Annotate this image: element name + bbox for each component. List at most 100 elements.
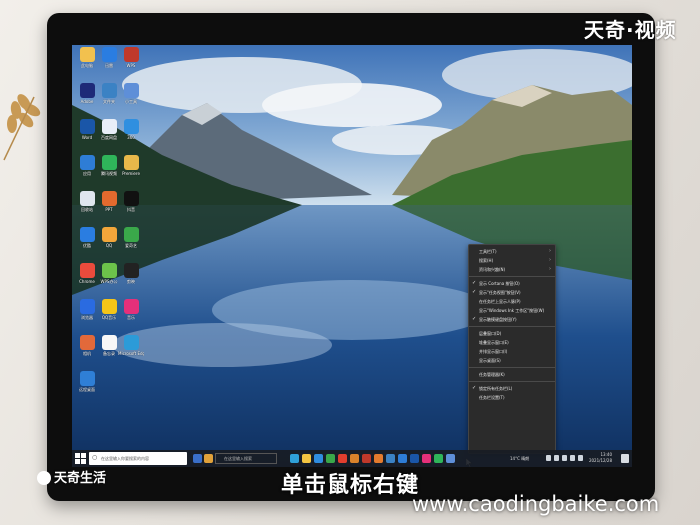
ppt-taskbar-icon[interactable] (374, 454, 383, 463)
desktop-icon[interactable]: 剪映 (118, 263, 144, 299)
app-icon (79, 371, 95, 386)
app-icon (101, 227, 117, 242)
desktop-icon[interactable]: 抖音 (118, 191, 144, 227)
desktop-icon[interactable]: 360 (118, 119, 144, 155)
context-menu-item[interactable]: 显示桌面(S) (469, 356, 555, 365)
menu-separator (469, 326, 555, 327)
desktop-icon[interactable]: Microsoft Edge (118, 335, 144, 371)
context-menu-item-label: 显示触摸键盘按钮(Y) (479, 317, 517, 322)
app-icon (79, 83, 95, 98)
menu-separator (469, 367, 555, 368)
taskbar-secondary-search-text: 在这里输入搜索 (224, 456, 252, 461)
weather-widget[interactable]: 14°C 晴朗 (510, 456, 529, 462)
desktop-icon[interactable]: WPS (118, 47, 144, 83)
app-taskbar-icon[interactable] (326, 454, 335, 463)
pinned-app-icon[interactable] (434, 454, 443, 463)
context-menu-item-label: 并排显示窗口(I) (479, 349, 508, 354)
context-menu-item[interactable]: 显示"Windows Ink 工作区"按钮(W) (469, 306, 555, 315)
explorer-taskbar-icon[interactable] (302, 454, 311, 463)
checkmark-icon: ✓ (472, 289, 477, 295)
chevron-right-icon: › (549, 266, 551, 272)
app-icon (101, 155, 117, 170)
context-menu-item[interactable]: 堆叠显示窗口(E) (469, 338, 555, 347)
word-taskbar-icon[interactable] (410, 454, 419, 463)
pinned-app-icon[interactable] (350, 454, 359, 463)
context-menu-item[interactable]: 在任务栏上显示人脉(P) (469, 297, 555, 306)
desktop-icon[interactable]: 远程桌面 (74, 371, 100, 407)
pinned-app-icon[interactable] (422, 454, 431, 463)
pinned-app-icon[interactable] (446, 454, 455, 463)
context-menu-item-label: 任务管理器(K) (479, 372, 505, 377)
desktop-icon[interactable]: 小工具 (118, 83, 144, 119)
chrome-taskbar-icon[interactable] (338, 454, 347, 463)
app-icon (123, 299, 139, 314)
context-menu-item[interactable]: ✓ 显示"任务视图"按钮(V) (469, 288, 555, 297)
battery-icon[interactable] (562, 455, 567, 461)
desktop-icon-label: 剪映 (127, 279, 135, 284)
context-menu-item-label: 层叠窗口(D) (479, 331, 502, 336)
context-menu-item[interactable]: 资讯和兴趣(N) › (469, 265, 555, 274)
app-icon (101, 119, 117, 134)
wheat-decoration (3, 94, 41, 161)
app-icon (101, 191, 117, 206)
wps-taskbar-icon[interactable] (362, 454, 371, 463)
clock[interactable]: 13:40 2021/12/28 (589, 452, 612, 464)
desktop-icon-label: 远程桌面 (79, 387, 95, 392)
context-menu-item-label: 在任务栏上显示人脉(P) (479, 299, 521, 304)
taskbar-search-box[interactable]: ○ 在这里输入你要搜索的内容 (89, 452, 187, 465)
context-menu-item-label: 工具栏(T) (479, 249, 497, 254)
desktop-icon[interactable]: 音乐 (118, 299, 144, 335)
desktop-icon-label: WPS (126, 63, 136, 68)
windows-start-icon[interactable] (75, 453, 86, 464)
checkmark-icon: ✓ (472, 316, 477, 322)
app-icon (123, 227, 139, 242)
app-icon (123, 191, 139, 206)
app-icon (101, 47, 117, 62)
context-menu-item[interactable]: ✓ 显示触摸键盘按钮(Y) (469, 315, 555, 324)
taskbar-secondary-search[interactable]: 在这里输入搜索 (215, 453, 277, 464)
pinned-app-icon[interactable] (204, 454, 213, 463)
pinned-app-icon[interactable] (398, 454, 407, 463)
context-menu-item-label: 锁定所有任务栏(L) (479, 386, 513, 391)
context-menu-item[interactable]: 并排显示窗口(I) (469, 347, 555, 356)
context-menu-item-label: 显示"任务视图"按钮(V) (479, 290, 521, 295)
store-taskbar-icon[interactable] (314, 454, 323, 463)
app-icon (79, 191, 95, 206)
context-menu-item-label: 显示 Cortana 按钮(O) (479, 281, 520, 286)
pinned-app-icon[interactable] (386, 454, 395, 463)
app-icon (123, 155, 139, 170)
desktop-icon-label: 小工具 (125, 99, 137, 104)
context-menu-item-label: 搜索(H) (479, 258, 494, 263)
context-menu-item[interactable]: 层叠窗口(D) (469, 329, 555, 338)
task-view-icon[interactable] (193, 454, 202, 463)
context-menu-item[interactable]: 任务栏设置(T) (469, 393, 555, 402)
menu-separator (469, 276, 555, 277)
desktop-icon[interactable]: 爱奇艺 (118, 227, 144, 263)
notification-center-icon[interactable] (621, 454, 629, 463)
app-icon (123, 335, 139, 350)
input-method-icon[interactable] (570, 455, 575, 461)
app-icon (79, 299, 95, 314)
context-menu-item[interactable]: 工具栏(T) › (469, 247, 555, 256)
app-icon (79, 335, 95, 350)
desktop-icon[interactable]: Premiere (118, 155, 144, 191)
context-menu-item[interactable]: 搜索(H) › (469, 256, 555, 265)
context-menu-item-label: 任务栏设置(T) (479, 395, 505, 400)
taskbar-search-text: 在这里输入你要搜索的内容 (101, 456, 149, 461)
volume-icon[interactable] (554, 455, 559, 461)
context-menu-item[interactable]: ✓ 显示 Cortana 按钮(O) (469, 279, 555, 288)
desktop-icon-label: 音乐 (127, 315, 135, 320)
context-menu-item[interactable]: 任务管理器(K) (469, 370, 555, 379)
app-icon (123, 263, 139, 278)
chevron-right-icon: › (549, 257, 551, 263)
context-menu-item[interactable]: ✓ 锁定所有任务栏(L) (469, 384, 555, 393)
taskbar[interactable]: ○ 在这里输入你要搜索的内容 在这里输入搜索 14°C 晴朗 13:40 202… (72, 450, 632, 467)
app-icon (79, 47, 95, 62)
context-menu-item-label: 显示桌面(S) (479, 358, 501, 363)
network-icon[interactable] (546, 455, 551, 461)
edge-taskbar-icon[interactable] (290, 454, 299, 463)
app-icon (123, 119, 139, 134)
tray-app-icon[interactable] (578, 455, 583, 461)
app-icon (79, 119, 95, 134)
watermark-top-right: 天奇·视频 (584, 18, 677, 42)
